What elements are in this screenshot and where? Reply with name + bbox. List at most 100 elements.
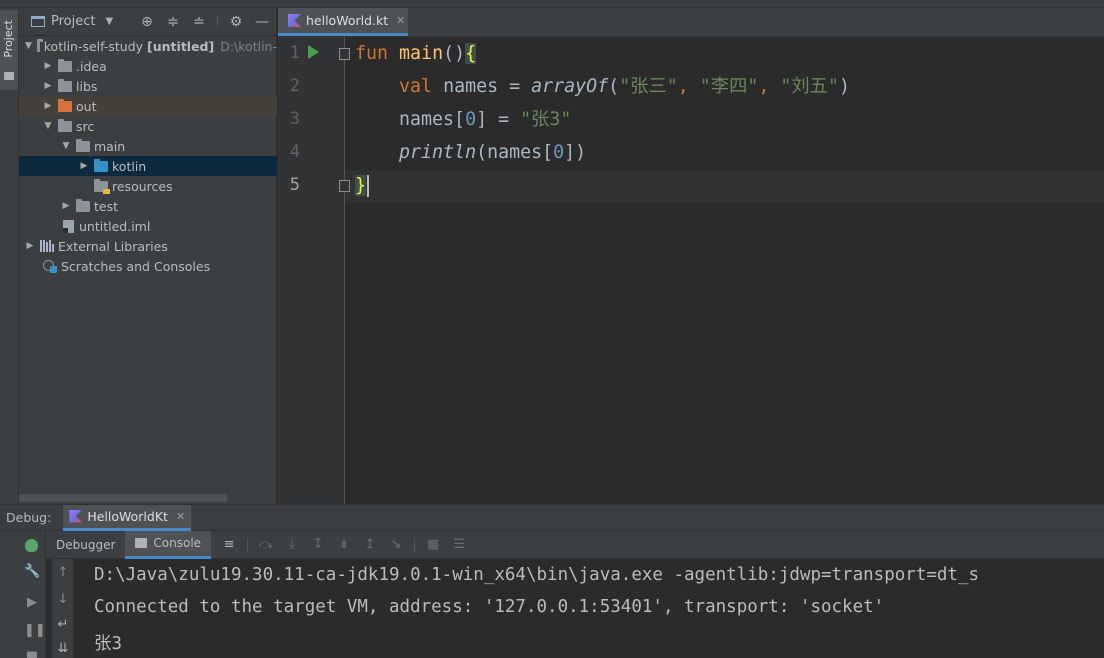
string-literal: "张3" (520, 109, 572, 130)
debug-tool-window-header: Debug: HelloWorldKt ✕ (0, 504, 1104, 531)
tab-label: Console (153, 536, 202, 550)
debug-session-tab[interactable]: HelloWorldKt ✕ (63, 504, 192, 531)
console-output[interactable]: D:\Java\zulu19.30.11-ca-jdk19.0.1-win_x6… (75, 559, 1104, 658)
chevron-down-icon[interactable]: ▼ (105, 16, 113, 27)
step-into-icon[interactable]: ↧ (310, 537, 326, 553)
horizontal-scrollbar[interactable] (19, 494, 227, 502)
tab-label: helloWorld.kt (306, 13, 389, 28)
chevron-down-icon[interactable]: ▼ (43, 121, 53, 131)
chevron-right-icon[interactable]: ▶ (25, 241, 35, 251)
fold-marker-icon[interactable] (339, 48, 350, 60)
tree-item-test[interactable]: ▶ test (19, 196, 277, 216)
chevron-right-icon[interactable]: ▶ (61, 201, 71, 211)
show-execution-point-icon[interactable]: ⤼ (258, 537, 274, 553)
string-literal: "李四" (699, 76, 759, 97)
function-call: arrayOf (531, 76, 609, 97)
tree-item-label: kotlin (112, 158, 147, 174)
project-tool-tab[interactable]: Project (0, 10, 18, 90)
step-out-icon[interactable]: ↥ (362, 537, 378, 553)
tree-item-src[interactable]: ▼ src (19, 116, 277, 136)
code-line-3: names[0] = "张3" (355, 103, 571, 136)
hide-icon[interactable]: — (254, 14, 270, 30)
arrow-down-icon[interactable]: ↓ (55, 592, 71, 608)
tree-item-out[interactable]: ▶ out (19, 96, 277, 116)
trace-icon[interactable]: ☰ (451, 537, 467, 553)
collapse-all-icon[interactable]: ≐ (191, 14, 207, 30)
chevron-down-icon[interactable]: ▼ (25, 41, 32, 51)
project-view-selector[interactable]: Project (51, 14, 95, 29)
number-literal: 0 (465, 109, 477, 130)
project-tool-tab-label: Project (2, 20, 15, 58)
soft-wrap-icon[interactable]: ↵ (55, 617, 71, 633)
string-literal: "刘五" (780, 76, 839, 97)
menu-bar (0, 0, 1104, 8)
chevron-right-icon[interactable]: ▶ (43, 81, 53, 91)
folder-icon (58, 78, 72, 92)
chevron-down-icon[interactable]: ▼ (61, 141, 71, 151)
arrow-up-icon[interactable]: ↑ (55, 565, 71, 581)
run-to-cursor-icon[interactable]: ↘ (388, 537, 404, 553)
code-editor[interactable]: 1 2 3 4 5 fun main(){ val names = arrayO… (278, 37, 1104, 504)
project-panel-toolbar: ⊕ ≑ ≐ ⚙ — (139, 14, 270, 30)
keyword: val (399, 76, 433, 97)
tree-item-resources[interactable]: resources (19, 176, 277, 196)
expand-all-icon[interactable]: ≑ (165, 14, 181, 30)
close-icon[interactable]: ✕ (176, 510, 185, 523)
gear-icon[interactable]: ⚙ (228, 14, 244, 30)
tree-item-project-root[interactable]: ▼ kotlin-self-study [untitled] D:\kotlin… (19, 36, 277, 56)
debug-tabs-bar: Debugger Console ≡ ⤼ ⤓ ↧ ↡ ↥ ↘ ▦ ☰ (46, 530, 1104, 559)
locate-file-icon[interactable]: ⊕ (139, 14, 155, 30)
kotlin-file-icon (69, 509, 83, 523)
tree-item-label: resources (112, 178, 173, 194)
wrench-icon[interactable]: 🔧 (24, 564, 40, 580)
excluded-folder-icon (58, 98, 72, 112)
library-icon (40, 240, 54, 252)
tab-debugger[interactable]: Debugger (46, 531, 125, 559)
code-content: fun main(){ val names = arrayOf("张三", "李… (355, 37, 850, 197)
menu-icon[interactable]: ≡ (221, 537, 237, 553)
resume-icon[interactable]: ▶ (24, 595, 40, 611)
tab-console[interactable]: Console (125, 530, 212, 559)
pause-icon[interactable]: ❚❚ (24, 623, 46, 639)
stop-icon[interactable]: ■ (24, 649, 40, 658)
folder-icon (58, 58, 72, 72)
step-over-icon[interactable]: ⤓ (284, 537, 300, 553)
tree-item-external-libraries[interactable]: ▶ External Libraries (19, 236, 277, 256)
tree-item-libs[interactable]: ▶ libs (19, 76, 277, 96)
debug-session-label: HelloWorldKt (87, 508, 168, 524)
chevron-right-icon[interactable]: ▶ (79, 161, 89, 171)
chevron-right-icon[interactable]: ▶ (43, 61, 53, 71)
scroll-to-end-icon[interactable]: ⇊ (55, 641, 71, 657)
close-icon[interactable]: ✕ (396, 14, 405, 27)
identifier: ]) (564, 142, 587, 163)
tree-item-scratches[interactable]: Scratches and Consoles (19, 256, 277, 276)
console-line: D:\Java\zulu19.30.11-ca-jdk19.0.1-win_x6… (94, 565, 980, 585)
evaluate-expression-icon[interactable]: ▦ (425, 537, 441, 553)
tree-item-untitled-iml[interactable]: untitled.iml (19, 216, 277, 236)
chevron-right-icon[interactable]: ▶ (43, 101, 53, 111)
tree-item-idea[interactable]: ▶ .idea (19, 56, 277, 76)
module-path-hint: D:\kotlin- (220, 38, 277, 54)
window-icon (31, 16, 45, 27)
tree-item-kotlin[interactable]: ▶ kotlin (19, 156, 277, 176)
identifier: names[ (399, 109, 466, 130)
separator: , (758, 76, 781, 97)
parens: () (443, 43, 466, 64)
run-icon[interactable] (308, 45, 319, 59)
separator: , (677, 76, 700, 97)
brace: } (355, 175, 367, 196)
line-number: 4 (289, 142, 300, 162)
folder-icon (58, 118, 72, 132)
fold-marker-icon[interactable] (339, 180, 350, 192)
force-step-into-icon[interactable]: ↡ (336, 537, 352, 553)
tab-helloworld-kt[interactable]: helloWorld.kt ✕ (278, 8, 408, 36)
console-line: 张3 (94, 634, 123, 654)
tree-item-main[interactable]: ▼ main (19, 136, 277, 156)
paren: ( (608, 76, 620, 97)
bug-icon[interactable] (25, 539, 38, 552)
code-line-5: } (355, 169, 369, 202)
code-line-4: println(names[0]) (355, 136, 586, 169)
tree-item-label: src (76, 118, 95, 134)
module-suffix: [untitled] (147, 38, 215, 54)
project-panel: Project ▼ ⊕ ≑ ≐ ⚙ — ▼ kotlin-self-study … (19, 8, 277, 504)
